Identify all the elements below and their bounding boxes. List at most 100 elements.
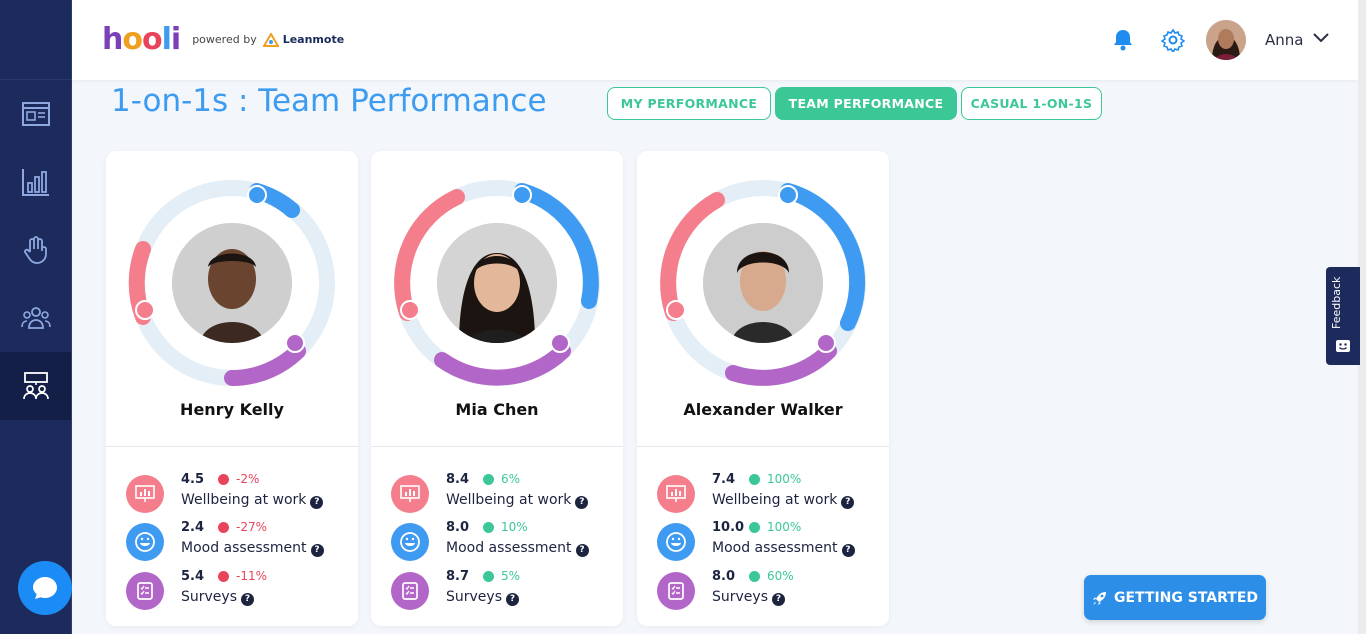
wellbeing-icon xyxy=(657,475,695,513)
feedback-label: Feedback xyxy=(1330,276,1343,329)
chat-bubble-icon xyxy=(33,577,57,599)
metric-change: 100% xyxy=(767,472,802,486)
metric-label: Mood assessment? xyxy=(181,540,324,557)
metric-change: -27% xyxy=(236,520,268,534)
dashboard-icon xyxy=(21,102,50,126)
help-icon[interactable]: ? xyxy=(506,593,519,606)
tab-my-performance[interactable]: MY PERFORMANCE xyxy=(607,87,771,120)
metric-change: 100% xyxy=(767,520,802,534)
metric-mood: 10.0 100% Mood assessment? xyxy=(657,520,882,562)
metric-label: Wellbeing at work? xyxy=(181,492,324,509)
member-card-henry-kelly[interactable]: Henry Kelly 4.5 -2% Wellbeing at work? 2… xyxy=(106,151,358,626)
metric-label: Wellbeing at work? xyxy=(712,492,855,509)
help-icon[interactable]: ? xyxy=(575,544,589,557)
help-icon[interactable]: ? xyxy=(841,544,855,557)
trend-up-icon xyxy=(483,571,494,582)
sidebar-item-team[interactable] xyxy=(0,284,71,352)
survey-checklist-icon xyxy=(657,572,695,610)
help-icon[interactable]: ? xyxy=(841,496,855,509)
rocket-icon xyxy=(1092,591,1106,605)
metric-label: Surveys? xyxy=(712,589,785,606)
trend-up-icon xyxy=(749,522,760,533)
metric-wellbeing: 7.4 100% Wellbeing at work? xyxy=(657,472,882,514)
card-divider xyxy=(106,446,358,447)
page-title: 1-on-1s : Team Performance xyxy=(111,83,547,119)
member-photo xyxy=(703,223,823,343)
sidebar-item-one-on-ones[interactable] xyxy=(0,352,71,420)
feedback-face-icon xyxy=(1336,340,1350,352)
user-name[interactable]: Anna xyxy=(1265,31,1303,49)
trend-up-icon xyxy=(483,474,494,485)
notification-bell-icon[interactable] xyxy=(1111,28,1135,52)
member-name: Mia Chen xyxy=(455,400,539,419)
metric-value: 2.4 xyxy=(181,520,205,535)
member-name: Alexander Walker xyxy=(683,400,843,419)
user-avatar[interactable] xyxy=(1206,20,1246,60)
sidebar-item-requests[interactable] xyxy=(0,216,71,284)
partner-name: Leanmote xyxy=(282,33,345,46)
trend-up-icon xyxy=(749,474,760,485)
getting-started-button[interactable]: GETTING STARTED xyxy=(1084,575,1266,620)
help-icon[interactable]: ? xyxy=(772,593,785,606)
metric-label: Surveys? xyxy=(181,589,254,606)
metric-value: 4.5 xyxy=(181,472,205,487)
metric-wellbeing: 4.5 -2% Wellbeing at work? xyxy=(126,472,351,514)
tab-casual-one-on-ones[interactable]: CASUAL 1-ON-1S xyxy=(961,87,1102,120)
powered-by-text: powered by xyxy=(192,33,257,46)
settings-gear-icon[interactable] xyxy=(1161,28,1185,52)
member-name: Henry Kelly xyxy=(180,400,284,419)
trend-down-icon xyxy=(218,474,229,485)
card-divider xyxy=(371,446,623,447)
trend-up-icon xyxy=(749,571,760,582)
sidebar-header xyxy=(0,0,71,80)
chat-launcher-button[interactable] xyxy=(18,561,72,615)
trend-down-icon xyxy=(218,522,229,533)
metric-mood: 8.0 10% Mood assessment? xyxy=(391,520,616,562)
sidebar-item-analytics[interactable] xyxy=(0,148,71,216)
team-icon xyxy=(20,307,51,329)
metric-wellbeing: 8.4 6% Wellbeing at work? xyxy=(391,472,616,514)
member-photo xyxy=(437,223,557,343)
app-logo[interactable]: hooli powered by Leanmote xyxy=(102,22,344,57)
help-icon[interactable]: ? xyxy=(241,593,254,606)
card-divider xyxy=(637,446,889,447)
leanmote-logo-icon xyxy=(262,32,279,47)
metric-value: 8.0 xyxy=(712,569,736,584)
trend-up-icon xyxy=(483,522,494,533)
metric-surveys: 5.4 -11% Surveys? xyxy=(126,569,351,611)
logo-wordmark: hooli xyxy=(102,22,181,57)
metric-label: Mood assessment? xyxy=(712,540,855,557)
help-icon[interactable]: ? xyxy=(310,544,324,557)
member-card-alexander-walker[interactable]: Alexander Walker 7.4 100% Wellbeing at w… xyxy=(637,151,889,626)
trend-down-icon xyxy=(218,571,229,582)
metric-label: Wellbeing at work? xyxy=(446,492,589,509)
hand-icon xyxy=(23,236,47,264)
mood-smiley-icon xyxy=(126,523,164,561)
metric-change: 60% xyxy=(767,569,794,583)
metric-value: 8.4 xyxy=(446,472,470,487)
metric-value: 8.0 xyxy=(446,520,470,535)
wellbeing-icon xyxy=(391,475,429,513)
metric-change: -11% xyxy=(236,569,268,583)
member-photo xyxy=(172,223,292,343)
metric-label: Surveys? xyxy=(446,589,519,606)
metric-surveys: 8.0 60% Surveys? xyxy=(657,569,882,611)
metric-surveys: 8.7 5% Surveys? xyxy=(391,569,616,611)
bar-chart-icon xyxy=(21,169,49,196)
getting-started-label: GETTING STARTED xyxy=(1113,589,1259,606)
metric-label: Mood assessment? xyxy=(446,540,589,557)
metric-value: 8.7 xyxy=(446,569,470,584)
survey-checklist-icon xyxy=(126,572,164,610)
metric-value: 7.4 xyxy=(712,472,736,487)
member-card-mia-chen[interactable]: Mia Chen 8.4 6% Wellbeing at work? 8.0 1… xyxy=(371,151,623,626)
metric-change: -2% xyxy=(236,472,260,486)
chevron-down-icon[interactable] xyxy=(1312,32,1330,44)
sidebar-item-dashboard[interactable] xyxy=(0,80,71,148)
help-icon[interactable]: ? xyxy=(310,496,324,509)
metric-change: 6% xyxy=(501,472,521,486)
help-icon[interactable]: ? xyxy=(575,496,589,509)
mood-smiley-icon xyxy=(657,523,695,561)
tab-team-performance[interactable]: TEAM PERFORMANCE xyxy=(775,87,957,120)
sidebar xyxy=(0,0,72,634)
feedback-tab[interactable]: Feedback xyxy=(1326,267,1360,365)
